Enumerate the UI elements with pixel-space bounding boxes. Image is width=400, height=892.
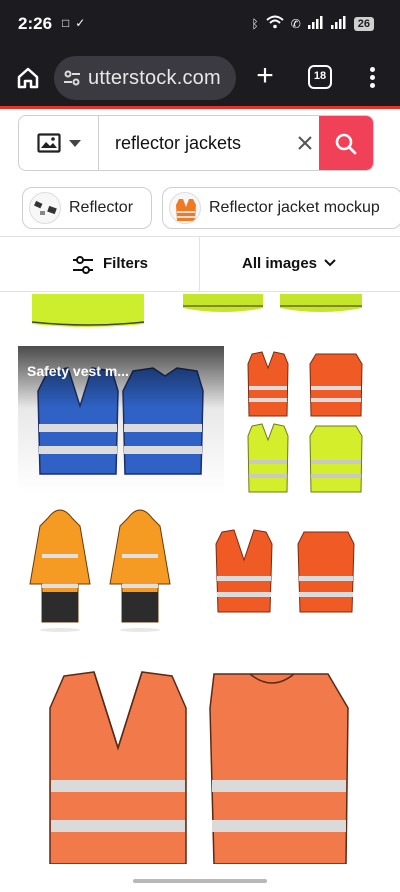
sim-card-icon: □ (62, 16, 70, 30)
result-thumbnail (247, 351, 363, 493)
chevron-down-icon (324, 259, 336, 267)
result-thumbnail (29, 509, 171, 632)
chevron-down-icon (69, 140, 81, 147)
search-button[interactable] (319, 116, 373, 170)
battery-indicator: 26 (353, 16, 374, 31)
chip-label: Reflector (69, 199, 134, 216)
chip-label: Reflector jacket mockup (209, 199, 380, 216)
new-tab-button[interactable]: + (252, 59, 278, 92)
result-thumbnail (215, 529, 355, 613)
chip-thumbnail (29, 192, 61, 224)
plus-icon: + (256, 59, 274, 92)
search-bar: reflector jackets (18, 115, 374, 171)
address-bar[interactable]: utterstock.com (54, 56, 236, 100)
filters-label: Filters (103, 255, 149, 272)
gesture-nav-bar[interactable] (133, 879, 267, 883)
page-load-accent (0, 106, 400, 109)
home-button[interactable] (14, 64, 42, 92)
signal-icon (330, 15, 347, 32)
suggestion-chips: Reflector Reflector jacket mockup (22, 187, 400, 231)
signal-icon (307, 15, 324, 32)
chip-thumbnail (169, 192, 201, 224)
result-thumbnail (49, 671, 349, 864)
filters-bar: Filters All images (0, 236, 400, 292)
chip-reflector-jacket-mockup[interactable]: Reflector jacket mockup (162, 187, 400, 229)
chip-reflector[interactable]: Reflector (22, 187, 152, 229)
status-bar: 2:26 □ ✓ ᛒ ✆ 26 (0, 0, 400, 50)
image-type-select[interactable]: All images (200, 237, 400, 291)
bluetooth-icon: ᛒ (251, 16, 259, 31)
call-icon: ✆ (290, 16, 301, 31)
url-text[interactable]: utterstock.com (88, 67, 221, 90)
result-image[interactable] (238, 346, 372, 496)
result-image[interactable]: Safety vest m... (18, 346, 224, 494)
result-image[interactable] (18, 504, 186, 634)
image-type-label: All images (242, 255, 318, 272)
tab-switcher-button[interactable]: 18 (308, 65, 332, 89)
result-image[interactable] (18, 294, 400, 336)
home-icon (17, 67, 39, 89)
result-thumbnail (31, 294, 362, 327)
result-image[interactable] (206, 520, 366, 620)
result-image[interactable] (38, 668, 362, 864)
filter-sliders-icon (73, 256, 93, 274)
download-done-icon: ✓ (75, 16, 86, 30)
more-menu-button[interactable] (364, 64, 380, 92)
image-type-dropdown[interactable] (19, 116, 99, 170)
wifi-icon (266, 15, 284, 32)
clear-icon[interactable] (295, 133, 315, 153)
result-caption: Safety vest m... (27, 363, 129, 379)
image-icon (37, 133, 61, 153)
search-icon (335, 133, 357, 155)
filters-button[interactable]: Filters (0, 237, 200, 291)
search-input[interactable]: reflector jackets (115, 133, 241, 154)
site-settings-icon[interactable] (62, 68, 82, 88)
browser-toolbar: utterstock.com + 18 (0, 50, 400, 106)
status-time: 2:26 (18, 14, 53, 33)
